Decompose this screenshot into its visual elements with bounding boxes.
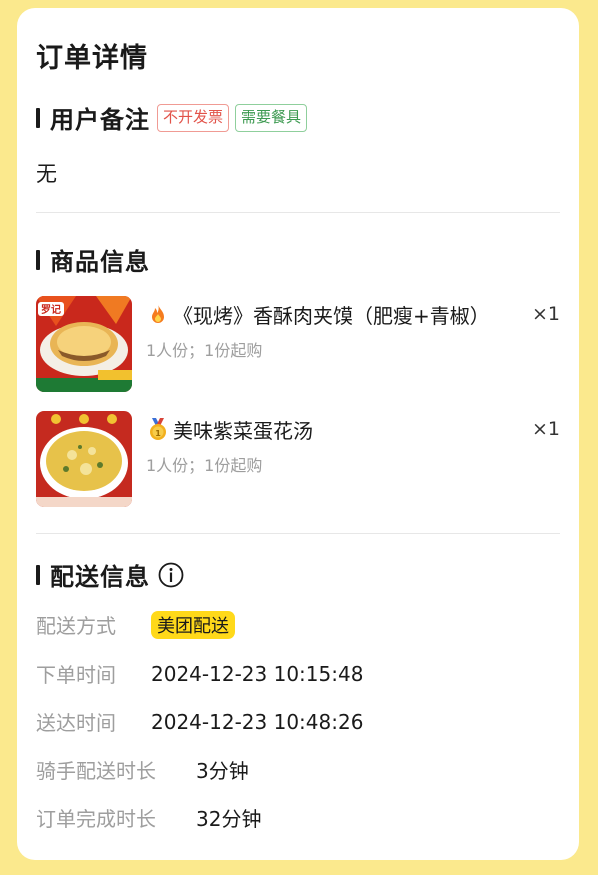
rider-duration-value: 3分钟 — [196, 759, 249, 783]
product-item[interactable]: 罗记 《现烤》香酥肉夹馍（肥瘦+青椒） 1人份；1份起购 ×1 — [36, 296, 560, 392]
product-image-roujiamo: 罗记 — [36, 296, 132, 392]
page-title: 订单详情 — [36, 43, 148, 74]
remark-section-title: 用户备注 — [50, 106, 150, 134]
product-quantity: ×1 — [531, 303, 560, 325]
product-name: 1 美味紫菜蛋花汤 — [146, 415, 313, 444]
info-circle-icon[interactable] — [158, 562, 184, 588]
goods-section-header: 商品信息 — [36, 242, 150, 277]
section-marker — [36, 107, 40, 128]
delivered-time-label: 送达时间 — [36, 711, 116, 735]
rider-duration-label: 骑手配送时长 — [36, 759, 156, 783]
goods-section-title: 商品信息 — [50, 248, 150, 276]
product-name: 《现烤》香酥肉夹馍（肥瘦+青椒） — [146, 300, 490, 329]
delivered-time-row: 送达时间 2024-12-23 10:48:26 — [36, 707, 363, 736]
delivery-method-label: 配送方式 — [36, 614, 116, 638]
remark-section-header: 用户备注 不开发票 需要餐具 — [36, 100, 308, 135]
delivery-section-header: 配送信息 — [36, 557, 184, 592]
order-time-row: 下单时间 2024-12-23 10:15:48 — [36, 659, 363, 688]
divider — [36, 533, 560, 534]
remark-content: 无 — [36, 162, 57, 186]
svg-text:罗记: 罗记 — [41, 304, 61, 316]
section-marker — [36, 249, 40, 270]
no-invoice-tag: 不开发票 — [157, 103, 230, 132]
completion-duration-value: 32分钟 — [196, 807, 262, 831]
delivery-section-title: 配送信息 — [50, 563, 150, 591]
delivered-time-value: 2024-12-23 10:48:26 — [151, 709, 364, 734]
medal-icon: 1 — [150, 418, 166, 440]
product-quantity: ×1 — [531, 418, 560, 440]
divider — [36, 212, 560, 213]
product-desc: 1人份；1份起购 — [146, 456, 263, 475]
order-time-label: 下单时间 — [36, 663, 116, 687]
fire-icon — [152, 304, 164, 323]
need-utensils-tag: 需要餐具 — [235, 103, 308, 132]
product-image-soup — [36, 411, 132, 507]
product-item[interactable]: 1 美味紫菜蛋花汤 1人份；1份起购 ×1 — [36, 411, 560, 507]
order-time-value: 2024-12-23 10:15:48 — [151, 661, 364, 686]
rider-duration-row: 骑手配送时长 3分钟 — [36, 755, 249, 784]
delivery-method-row: 配送方式 美团配送 — [36, 610, 235, 639]
section-marker — [36, 564, 40, 585]
order-detail-card: 订单详情 用户备注 不开发票 需要餐具 无 商品信息 罗记 《现烤》香酥肉夹馍（… — [17, 8, 579, 860]
completion-duration-row: 订单完成时长 32分钟 — [36, 803, 261, 832]
completion-duration-label: 订单完成时长 — [36, 807, 156, 831]
delivery-method-badge: 美团配送 — [151, 610, 235, 639]
svg-text:1: 1 — [155, 429, 161, 438]
product-desc: 1人份；1份起购 — [146, 341, 263, 360]
